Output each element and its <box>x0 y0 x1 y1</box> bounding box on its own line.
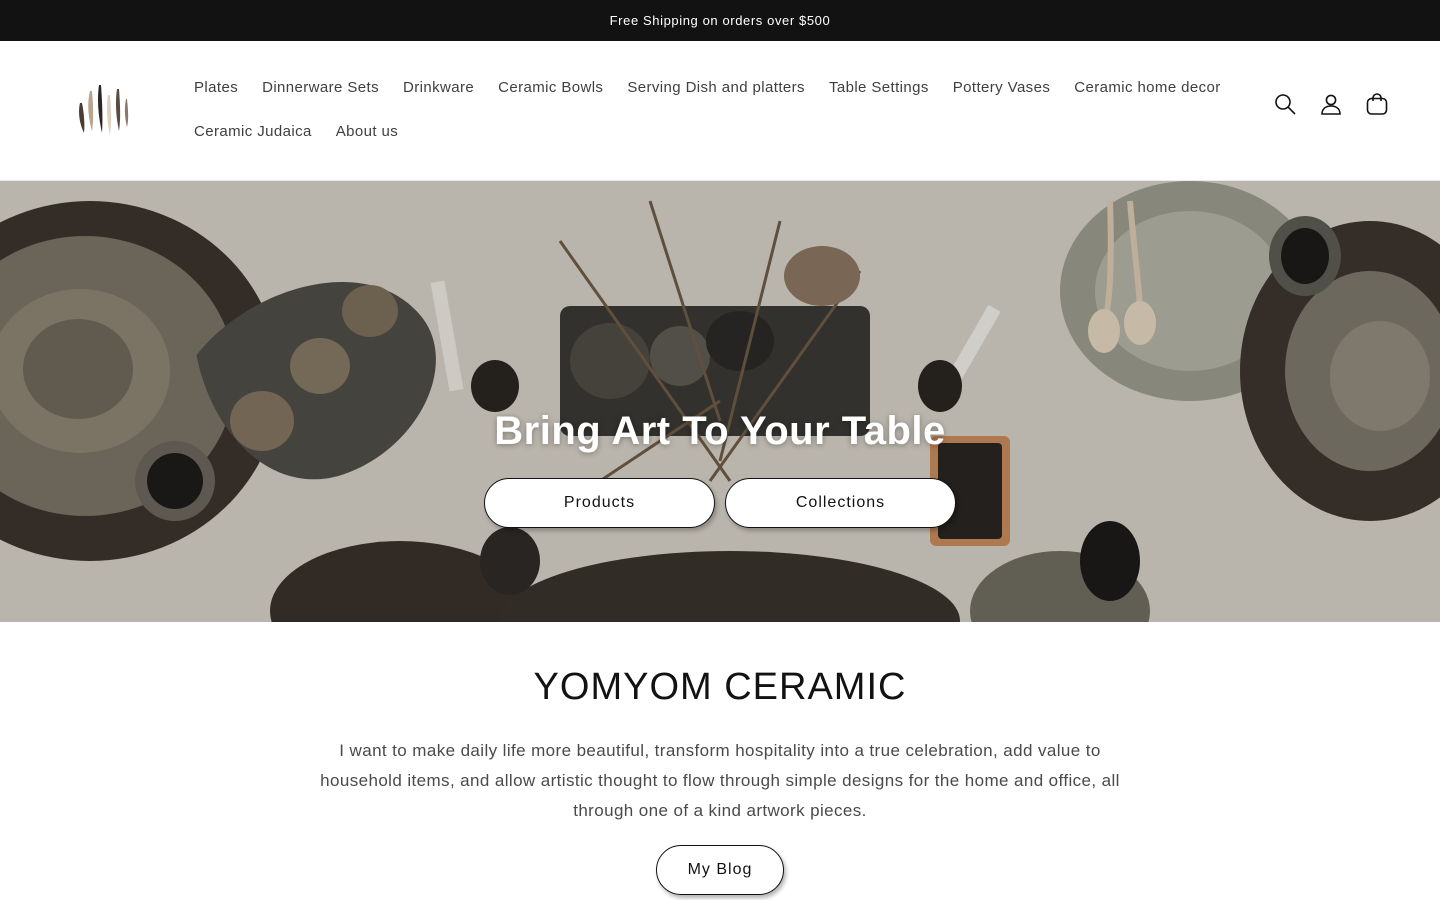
cart-button[interactable] <box>1364 91 1390 117</box>
announcement-bar: Free Shipping on orders over $500 <box>0 0 1440 41</box>
nav-link-pottery-vases[interactable]: Pottery Vases <box>941 79 1062 96</box>
main-navigation: Plates Dinnerware Sets Drinkware Ceramic… <box>182 65 1220 153</box>
nav-link-serving-dish[interactable]: Serving Dish and platters <box>615 79 817 96</box>
nav-link-ceramic-home-decor[interactable]: Ceramic home decor <box>1062 79 1232 96</box>
my-blog-button[interactable]: My Blog <box>656 845 784 895</box>
nav-row-primary: Plates Dinnerware Sets Drinkware Ceramic… <box>182 65 1220 109</box>
hero-title: Bring Art To Your Table <box>494 409 946 453</box>
nav-link-dinnerware-sets[interactable]: Dinnerware Sets <box>250 79 391 96</box>
nav-link-plates[interactable]: Plates <box>182 79 250 96</box>
account-button[interactable] <box>1318 91 1344 117</box>
account-icon <box>1321 94 1341 115</box>
site-header: Plates Dinnerware Sets Drinkware Ceramic… <box>0 41 1440 181</box>
nav-link-about-us[interactable]: About us <box>324 123 410 140</box>
hero-banner: Bring Art To Your Table Products Collect… <box>0 181 1440 622</box>
brand-logo[interactable] <box>72 81 134 143</box>
search-icon <box>1275 94 1296 115</box>
search-button[interactable] <box>1272 91 1298 117</box>
brand-description: I want to make daily life more beautiful… <box>320 741 1120 820</box>
header-actions <box>1272 91 1390 117</box>
nav-link-drinkware[interactable]: Drinkware <box>391 79 486 96</box>
table-setting-photo <box>0 181 1440 622</box>
announcement-text: Free Shipping on orders over $500 <box>609 13 831 28</box>
nav-link-ceramic-judaica[interactable]: Ceramic Judaica <box>182 123 324 140</box>
cart-icon <box>1366 93 1388 115</box>
collections-button[interactable]: Collections <box>725 478 956 528</box>
brand-title: YOMYOM CERAMIC <box>533 666 907 708</box>
hero-buttons: Products Collections <box>484 478 956 528</box>
products-button[interactable]: Products <box>484 478 715 528</box>
brand-brushstroke-logo-icon <box>79 85 129 135</box>
nav-link-table-settings[interactable]: Table Settings <box>817 79 941 96</box>
nav-link-ceramic-bowls[interactable]: Ceramic Bowls <box>486 79 615 96</box>
nav-row-secondary: Ceramic Judaica About us <box>182 109 1202 153</box>
